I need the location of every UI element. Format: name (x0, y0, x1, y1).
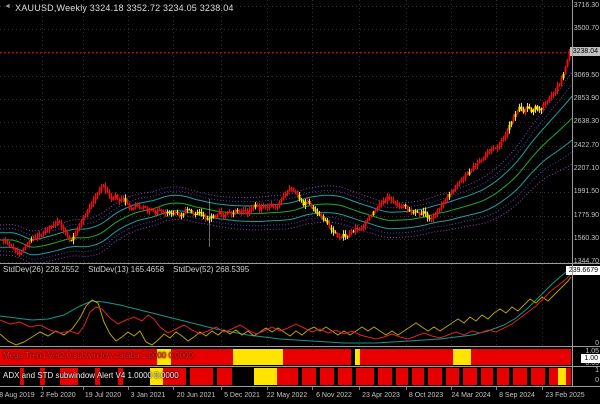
price-axis-label: 1991.50 (574, 188, 599, 196)
pane-separator[interactable] (0, 263, 600, 264)
megatrend-value-box: 1.00 (581, 354, 600, 363)
chart-title: ◄ XAUUSD,Weekly 3324.18 3352.72 3234.05 3… (4, 3, 234, 13)
price-axis-label: 2853.90 (574, 95, 599, 103)
price-axis-label: 2638.30 (574, 118, 599, 126)
price-axis-label: 3716.30 (574, 2, 599, 10)
pane-separator[interactable] (0, 366, 600, 367)
stddev-lines-layer (0, 269, 571, 345)
price-axis-label: 1560.30 (574, 235, 599, 243)
adx-indicator-label: ADX and STD subwindow Alert V4 1.0000 0.… (3, 371, 179, 380)
price-axis-label: 1775.90 (574, 212, 599, 220)
stddev-indicator-legend: StdDev(26) 228.2552 StdDev(13) 165.4658 St… (3, 265, 258, 274)
stddev-legend-item: StdDev(52) 268.5395 (173, 265, 249, 274)
stddev-legend-item: StdDev(26) 228.2552 (3, 265, 79, 274)
megatrend-indicator-label: Mega Trend Ver2.0 subwindow zaraba 1.000… (3, 351, 193, 360)
chart-canvas[interactable] (0, 0, 600, 404)
mt4-chart-window: ◄ XAUUSD,Weekly 3324.18 3352.72 3234.05 3… (0, 0, 600, 404)
channel-bands-layer (0, 72, 572, 263)
price-axis-label: 2422.70 (574, 142, 599, 150)
current-price-box: 3238.04 (570, 47, 600, 56)
price-axis-label: 3069.50 (574, 72, 599, 80)
time-axis-label: 23 Feb 2025 (525, 391, 600, 400)
pane-separator[interactable] (0, 386, 600, 387)
price-axis-label: 2207.10 (574, 165, 599, 173)
object-marker-icon: ◄ (4, 3, 11, 10)
symbol-ohlc-label: XAUUSD,Weekly 3324.18 3352.72 3234.05 32… (15, 3, 233, 13)
price-axis-label: 0 (595, 377, 599, 385)
pane-separator[interactable] (0, 346, 600, 347)
price-axis-separator (572, 0, 573, 386)
price-axis-label: 1344.70 (574, 258, 599, 266)
stddev-value-box: 239.6679 (566, 266, 600, 275)
price-axis-label: 1 (595, 367, 599, 375)
candles-layer (3, 49, 571, 257)
price-axis-label: 3500.70 (574, 25, 599, 33)
stddev-legend-item: StdDev(13) 165.4658 (88, 265, 164, 274)
